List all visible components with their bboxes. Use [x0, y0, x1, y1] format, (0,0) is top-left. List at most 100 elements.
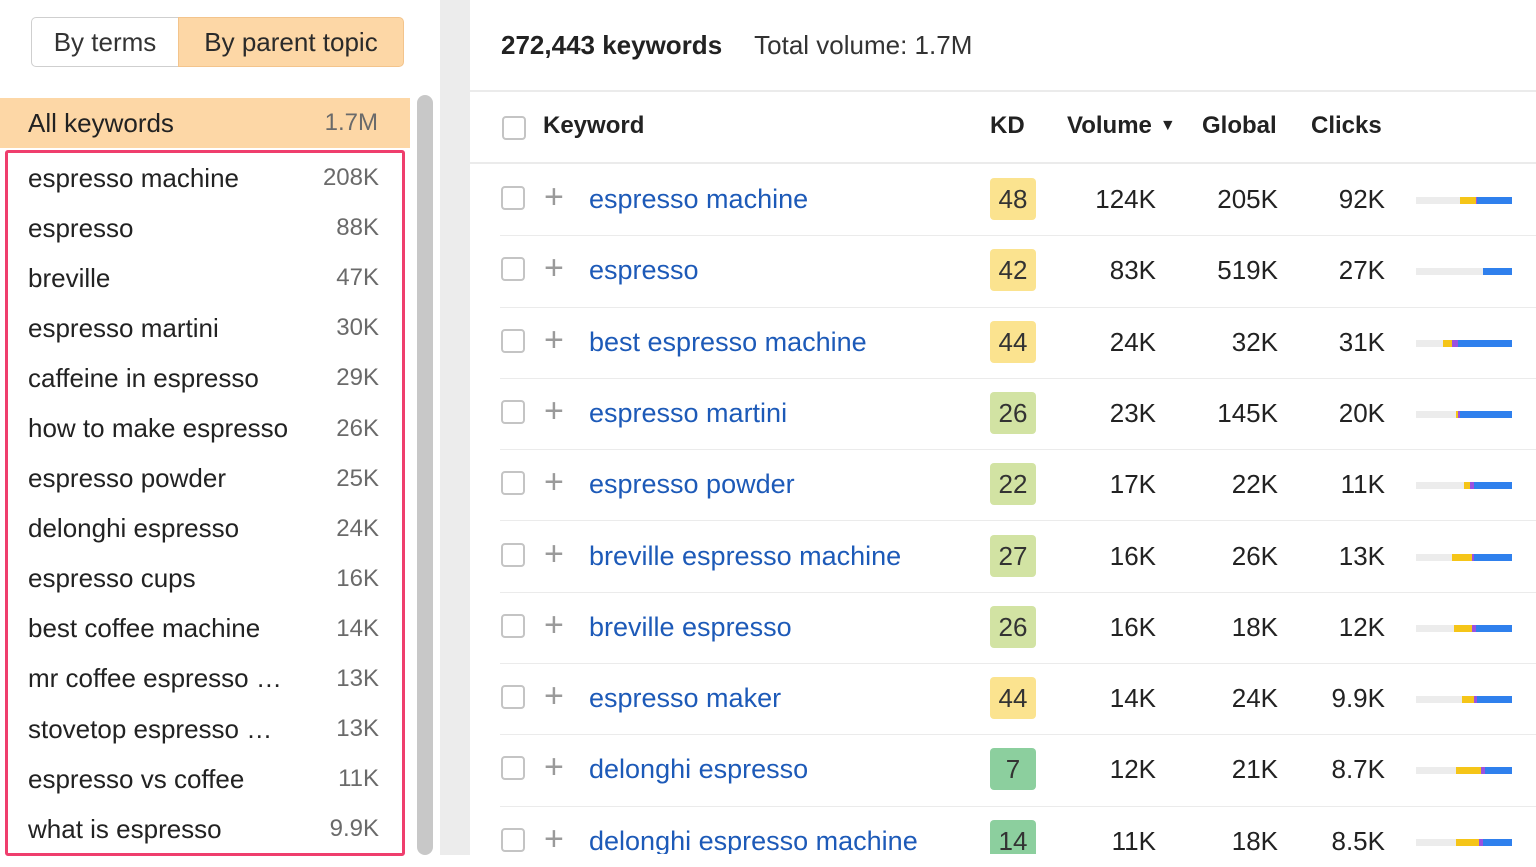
parent-topic-name: espresso powder	[28, 463, 226, 494]
kd-badge: 27	[990, 534, 1036, 577]
all-keywords-label: All keywords	[28, 107, 174, 138]
parent-topic-volume: 14K	[336, 614, 379, 642]
parent-topic-volume: 88K	[336, 214, 379, 242]
clicks-value: 13K	[1338, 540, 1385, 571]
row-checkbox[interactable]	[501, 542, 525, 567]
row-checkbox[interactable]	[501, 471, 525, 496]
table-row: + espresso powder 22 17K 22K 11K	[500, 449, 1536, 522]
add-to-list-icon[interactable]: +	[544, 463, 564, 502]
parent-topic-name: caffeine in espresso	[28, 362, 259, 393]
clicks-bar-segment	[1473, 553, 1512, 561]
row-checkbox[interactable]	[501, 257, 525, 282]
add-to-list-icon[interactable]: +	[544, 249, 564, 288]
column-volume[interactable]: Volume ▼	[1067, 112, 1176, 140]
volume-value: 83K	[1109, 255, 1156, 286]
parent-topic-item[interactable]: best coffee machine 14K	[8, 604, 402, 654]
keyword-link[interactable]: espresso	[589, 255, 699, 286]
volume-value: 16K	[1109, 540, 1156, 571]
parent-topic-list: espresso machine 208K espresso 88K breville 4…	[5, 150, 405, 856]
global-value: 22K	[1231, 469, 1278, 500]
parent-topic-name: breville	[28, 262, 111, 293]
add-to-list-icon[interactable]: +	[544, 820, 564, 854]
table-row: + delonghi espresso machine 14 11K 18K 8.5K	[500, 806, 1536, 854]
row-checkbox[interactable]	[501, 613, 525, 638]
parent-topic-name: how to make espresso	[28, 413, 289, 444]
keyword-link[interactable]: breville espresso machine	[589, 541, 901, 572]
parent-topic-item[interactable]: breville 47K	[8, 253, 402, 303]
parent-topic-item[interactable]: delonghi espresso 24K	[8, 504, 402, 554]
add-to-list-icon[interactable]: +	[544, 677, 564, 716]
keyword-link[interactable]: best espresso machine	[589, 327, 867, 358]
clicks-bar-segment	[1460, 197, 1476, 204]
global-value: 205K	[1217, 184, 1278, 214]
row-checkbox[interactable]	[501, 756, 525, 781]
keyword-link[interactable]: espresso powder	[589, 469, 795, 500]
column-kd[interactable]: KD	[990, 112, 1025, 140]
parent-topic-item[interactable]: espresso 88K	[8, 203, 402, 253]
row-checkbox[interactable]	[501, 685, 525, 710]
row-checkbox[interactable]	[501, 399, 525, 424]
parent-topic-name: stovetop espresso …	[28, 713, 273, 744]
parent-topic-item[interactable]: espresso machine 208K	[8, 153, 402, 203]
parent-topic-name: best coffee machine	[28, 613, 261, 644]
parent-topic-item[interactable]: espresso cups 16K	[8, 554, 402, 604]
row-checkbox[interactable]	[501, 328, 525, 353]
by-terms-button[interactable]: By terms	[31, 17, 179, 67]
add-to-list-icon[interactable]: +	[544, 392, 564, 431]
kd-badge: 42	[990, 249, 1036, 292]
parent-topic-volume: 208K	[322, 164, 379, 192]
column-global[interactable]: Global	[1202, 112, 1277, 140]
clicks-bar-segment	[1442, 339, 1453, 347]
parent-topic-item[interactable]: stovetop espresso … 13K	[8, 704, 402, 754]
clicks-value: 92K	[1338, 184, 1385, 214]
parent-topic-name: espresso machine	[28, 162, 239, 193]
keyword-link[interactable]: delonghi espresso machine	[589, 826, 918, 854]
parent-topic-item[interactable]: espresso martini 30K	[8, 303, 402, 353]
column-clicks[interactable]: Clicks	[1311, 112, 1382, 140]
parent-topic-item[interactable]: espresso vs coffee 11K	[8, 754, 402, 804]
parent-topic-item[interactable]: espresso powder 25K	[8, 454, 402, 504]
volume-value: 16K	[1109, 611, 1156, 642]
clicks-distribution-bar	[1416, 696, 1512, 704]
left-scrollbar[interactable]	[417, 95, 433, 855]
volume-value: 24K	[1109, 326, 1156, 357]
clicks-value: 12K	[1338, 611, 1385, 642]
parent-topic-volume: 13K	[336, 664, 379, 692]
add-to-list-icon[interactable]: +	[544, 606, 564, 645]
parent-topic-name: espresso martini	[28, 312, 219, 343]
global-value: 26K	[1231, 540, 1278, 571]
clicks-bar-segment	[1477, 197, 1512, 204]
panel-divider	[440, 0, 470, 867]
parent-topic-volume: 24K	[336, 514, 379, 542]
add-to-list-icon[interactable]: +	[544, 535, 564, 574]
add-to-list-icon[interactable]: +	[544, 178, 564, 217]
keyword-link[interactable]: espresso maker	[589, 683, 781, 714]
add-to-list-icon[interactable]: +	[544, 321, 564, 360]
all-keywords-item[interactable]: All keywords 1.7M	[0, 98, 410, 148]
clicks-value: 20K	[1338, 397, 1385, 428]
add-to-list-icon[interactable]: +	[544, 748, 564, 787]
by-parent-topic-button[interactable]: By parent topic	[178, 17, 404, 67]
keyword-link[interactable]: espresso martini	[589, 398, 787, 429]
clicks-value: 11K	[1340, 469, 1385, 500]
select-all-checkbox[interactable]	[502, 116, 526, 140]
row-checkbox[interactable]	[501, 186, 525, 210]
table-row: + best espresso machine 44 24K 32K 31K	[500, 307, 1536, 379]
parent-topic-item[interactable]: how to make espresso 26K	[8, 403, 402, 453]
parent-topic-name: espresso cups	[28, 563, 196, 594]
volume-value: 17K	[1109, 469, 1156, 500]
keyword-link[interactable]: breville espresso	[589, 612, 792, 643]
clicks-bar-segment	[1483, 268, 1512, 276]
row-checkbox[interactable]	[501, 827, 525, 852]
parent-topic-item[interactable]: mr coffee espresso … 13K	[8, 654, 402, 704]
parent-topic-item[interactable]: what is espresso 9.9K	[8, 804, 402, 854]
clicks-bar-segment	[1483, 838, 1512, 846]
keyword-link[interactable]: espresso machine	[589, 184, 808, 215]
column-keyword[interactable]: Keyword	[543, 112, 644, 140]
parent-topic-item[interactable]: caffeine in espresso 29K	[8, 353, 402, 403]
keyword-link[interactable]: delonghi espresso	[589, 754, 808, 785]
results-summary: 272,443 keywords Total volume: 1.7M	[470, 0, 1536, 92]
clicks-distribution-bar	[1416, 767, 1512, 775]
table-row: + espresso 42 83K 519K 27K	[500, 235, 1536, 308]
clicks-distribution-bar	[1416, 838, 1512, 846]
